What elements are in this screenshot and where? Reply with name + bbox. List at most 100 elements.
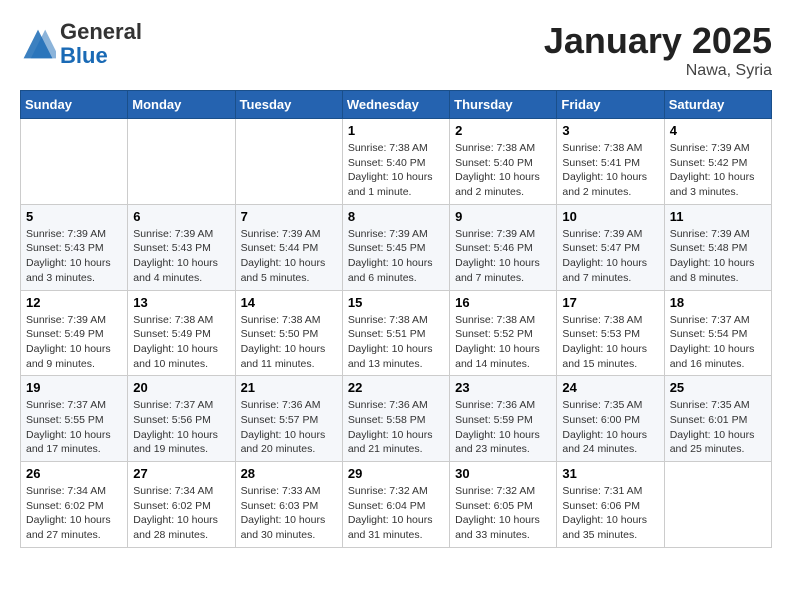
day-info: Sunrise: 7:39 AMSunset: 5:42 PMDaylight:… [670, 141, 766, 200]
location: Nawa, Syria [544, 62, 772, 80]
day-cell: 9 Sunrise: 7:39 AMSunset: 5:46 PMDaylight… [450, 204, 557, 290]
weekday-header-wednesday: Wednesday [342, 91, 449, 119]
weekday-header-thursday: Thursday [450, 91, 557, 119]
day-cell: 21 Sunrise: 7:36 AMSunset: 5:57 PMDayligh… [235, 376, 342, 462]
day-number: 8 [348, 209, 444, 224]
day-cell: 5Sunrise: 7:39 AMSunset: 5:43 PMDaylight… [21, 204, 128, 290]
day-number: 17 [562, 295, 658, 310]
logo-general-text: General [60, 19, 142, 44]
day-info: Sunrise: 7:38 AMSunset: 5:52 PMDaylight:… [455, 313, 551, 372]
day-info: Sunrise: 7:37 AMSunset: 5:56 PMDaylight:… [133, 398, 229, 457]
weekday-header-monday: Monday [128, 91, 235, 119]
day-info: Sunrise: 7:34 AMSunset: 6:02 PMDaylight:… [133, 484, 229, 543]
day-cell: 28 Sunrise: 7:33 AMSunset: 6:03 PMDayligh… [235, 462, 342, 548]
week-row-3: 12 Sunrise: 7:39 AMSunset: 5:49 PMDayligh… [21, 290, 772, 376]
day-info: Sunrise: 7:39 AMSunset: 5:45 PMDaylight:… [348, 227, 444, 286]
day-number: 19 [26, 380, 122, 395]
day-number: 18 [670, 295, 766, 310]
day-number: 25 [670, 380, 766, 395]
day-cell: 19 Sunrise: 7:37 AMSunset: 5:55 PMDayligh… [21, 376, 128, 462]
day-cell: 23 Sunrise: 7:36 AMSunset: 5:59 PMDayligh… [450, 376, 557, 462]
day-cell [235, 119, 342, 205]
day-cell: 16 Sunrise: 7:38 AMSunset: 5:52 PMDayligh… [450, 290, 557, 376]
day-number: 15 [348, 295, 444, 310]
day-cell [21, 119, 128, 205]
day-number: 6 [133, 209, 229, 224]
day-cell: 27Sunrise: 7:34 AMSunset: 6:02 PMDayligh… [128, 462, 235, 548]
day-number: 16 [455, 295, 551, 310]
day-number: 22 [348, 380, 444, 395]
day-cell: 13 Sunrise: 7:38 AMSunset: 5:49 PMDayligh… [128, 290, 235, 376]
day-cell [128, 119, 235, 205]
day-info: Sunrise: 7:38 AMSunset: 5:40 PMDaylight:… [455, 141, 551, 200]
day-cell: 8 Sunrise: 7:39 AMSunset: 5:45 PMDaylight… [342, 204, 449, 290]
day-number: 14 [241, 295, 337, 310]
day-number: 28 [241, 466, 337, 481]
day-number: 24 [562, 380, 658, 395]
week-row-2: 5Sunrise: 7:39 AMSunset: 5:43 PMDaylight… [21, 204, 772, 290]
day-info: Sunrise: 7:38 AMSunset: 5:49 PMDaylight:… [133, 313, 229, 372]
day-cell: 12 Sunrise: 7:39 AMSunset: 5:49 PMDayligh… [21, 290, 128, 376]
day-cell: 1 Sunrise: 7:38 AMSunset: 5:40 PMDaylight… [342, 119, 449, 205]
logo-blue-text: Blue [60, 43, 108, 68]
day-cell: 22 Sunrise: 7:36 AMSunset: 5:58 PMDayligh… [342, 376, 449, 462]
day-cell: 11Sunrise: 7:39 AMSunset: 5:48 PMDayligh… [664, 204, 771, 290]
day-cell: 29Sunrise: 7:32 AMSunset: 6:04 PMDayligh… [342, 462, 449, 548]
day-number: 23 [455, 380, 551, 395]
day-info: Sunrise: 7:36 AMSunset: 5:58 PMDaylight:… [348, 398, 444, 457]
day-cell [664, 462, 771, 548]
day-info: Sunrise: 7:38 AMSunset: 5:40 PMDaylight:… [348, 141, 444, 200]
day-info: Sunrise: 7:37 AMSunset: 5:55 PMDaylight:… [26, 398, 122, 457]
day-info: Sunrise: 7:33 AMSunset: 6:03 PMDaylight:… [241, 484, 337, 543]
day-info: Sunrise: 7:39 AMSunset: 5:47 PMDaylight:… [562, 227, 658, 286]
day-cell: 7 Sunrise: 7:39 AMSunset: 5:44 PMDaylight… [235, 204, 342, 290]
day-info: Sunrise: 7:35 AMSunset: 6:01 PMDaylight:… [670, 398, 766, 457]
day-number: 30 [455, 466, 551, 481]
day-number: 31 [562, 466, 658, 481]
week-row-1: 1 Sunrise: 7:38 AMSunset: 5:40 PMDaylight… [21, 119, 772, 205]
day-cell: 25 Sunrise: 7:35 AMSunset: 6:01 PMDayligh… [664, 376, 771, 462]
day-info: Sunrise: 7:36 AMSunset: 5:57 PMDaylight:… [241, 398, 337, 457]
day-number: 21 [241, 380, 337, 395]
page-header: General Blue January 2025 Nawa, Syria [20, 20, 772, 80]
day-number: 1 [348, 123, 444, 138]
logo-icon [20, 26, 56, 62]
month-title: January 2025 [544, 20, 772, 62]
day-number: 9 [455, 209, 551, 224]
day-number: 26 [26, 466, 122, 481]
day-number: 7 [241, 209, 337, 224]
day-number: 10 [562, 209, 658, 224]
day-cell: 3 Sunrise: 7:38 AMSunset: 5:41 PMDaylight… [557, 119, 664, 205]
weekday-header-friday: Friday [557, 91, 664, 119]
day-number: 13 [133, 295, 229, 310]
day-info: Sunrise: 7:38 AMSunset: 5:50 PMDaylight:… [241, 313, 337, 372]
day-info: Sunrise: 7:32 AMSunset: 6:05 PMDaylight:… [455, 484, 551, 543]
day-cell: 10 Sunrise: 7:39 AMSunset: 5:47 PMDayligh… [557, 204, 664, 290]
day-cell: 18 Sunrise: 7:37 AMSunset: 5:54 PMDayligh… [664, 290, 771, 376]
weekday-header-tuesday: Tuesday [235, 91, 342, 119]
day-info: Sunrise: 7:39 AMSunset: 5:44 PMDaylight:… [241, 227, 337, 286]
day-info: Sunrise: 7:36 AMSunset: 5:59 PMDaylight:… [455, 398, 551, 457]
day-info: Sunrise: 7:31 AMSunset: 6:06 PMDaylight:… [562, 484, 658, 543]
day-info: Sunrise: 7:37 AMSunset: 5:54 PMDaylight:… [670, 313, 766, 372]
day-info: Sunrise: 7:39 AMSunset: 5:49 PMDaylight:… [26, 313, 122, 372]
day-cell: 2 Sunrise: 7:38 AMSunset: 5:40 PMDaylight… [450, 119, 557, 205]
day-cell: 31 Sunrise: 7:31 AMSunset: 6:06 PMDayligh… [557, 462, 664, 548]
day-number: 3 [562, 123, 658, 138]
weekday-header-saturday: Saturday [664, 91, 771, 119]
day-info: Sunrise: 7:39 AMSunset: 5:46 PMDaylight:… [455, 227, 551, 286]
day-info: Sunrise: 7:38 AMSunset: 5:41 PMDaylight:… [562, 141, 658, 200]
day-number: 2 [455, 123, 551, 138]
calendar-table: SundayMondayTuesdayWednesdayThursdayFrid… [20, 90, 772, 548]
title-block: January 2025 Nawa, Syria [544, 20, 772, 80]
day-cell: 15Sunrise: 7:38 AMSunset: 5:51 PMDayligh… [342, 290, 449, 376]
day-info: Sunrise: 7:39 AMSunset: 5:43 PMDaylight:… [133, 227, 229, 286]
day-info: Sunrise: 7:32 AMSunset: 6:04 PMDaylight:… [348, 484, 444, 543]
weekday-header-row: SundayMondayTuesdayWednesdayThursdayFrid… [21, 91, 772, 119]
day-number: 11 [670, 209, 766, 224]
day-number: 12 [26, 295, 122, 310]
day-cell: 6 Sunrise: 7:39 AMSunset: 5:43 PMDaylight… [128, 204, 235, 290]
day-info: Sunrise: 7:35 AMSunset: 6:00 PMDaylight:… [562, 398, 658, 457]
day-number: 20 [133, 380, 229, 395]
day-number: 4 [670, 123, 766, 138]
